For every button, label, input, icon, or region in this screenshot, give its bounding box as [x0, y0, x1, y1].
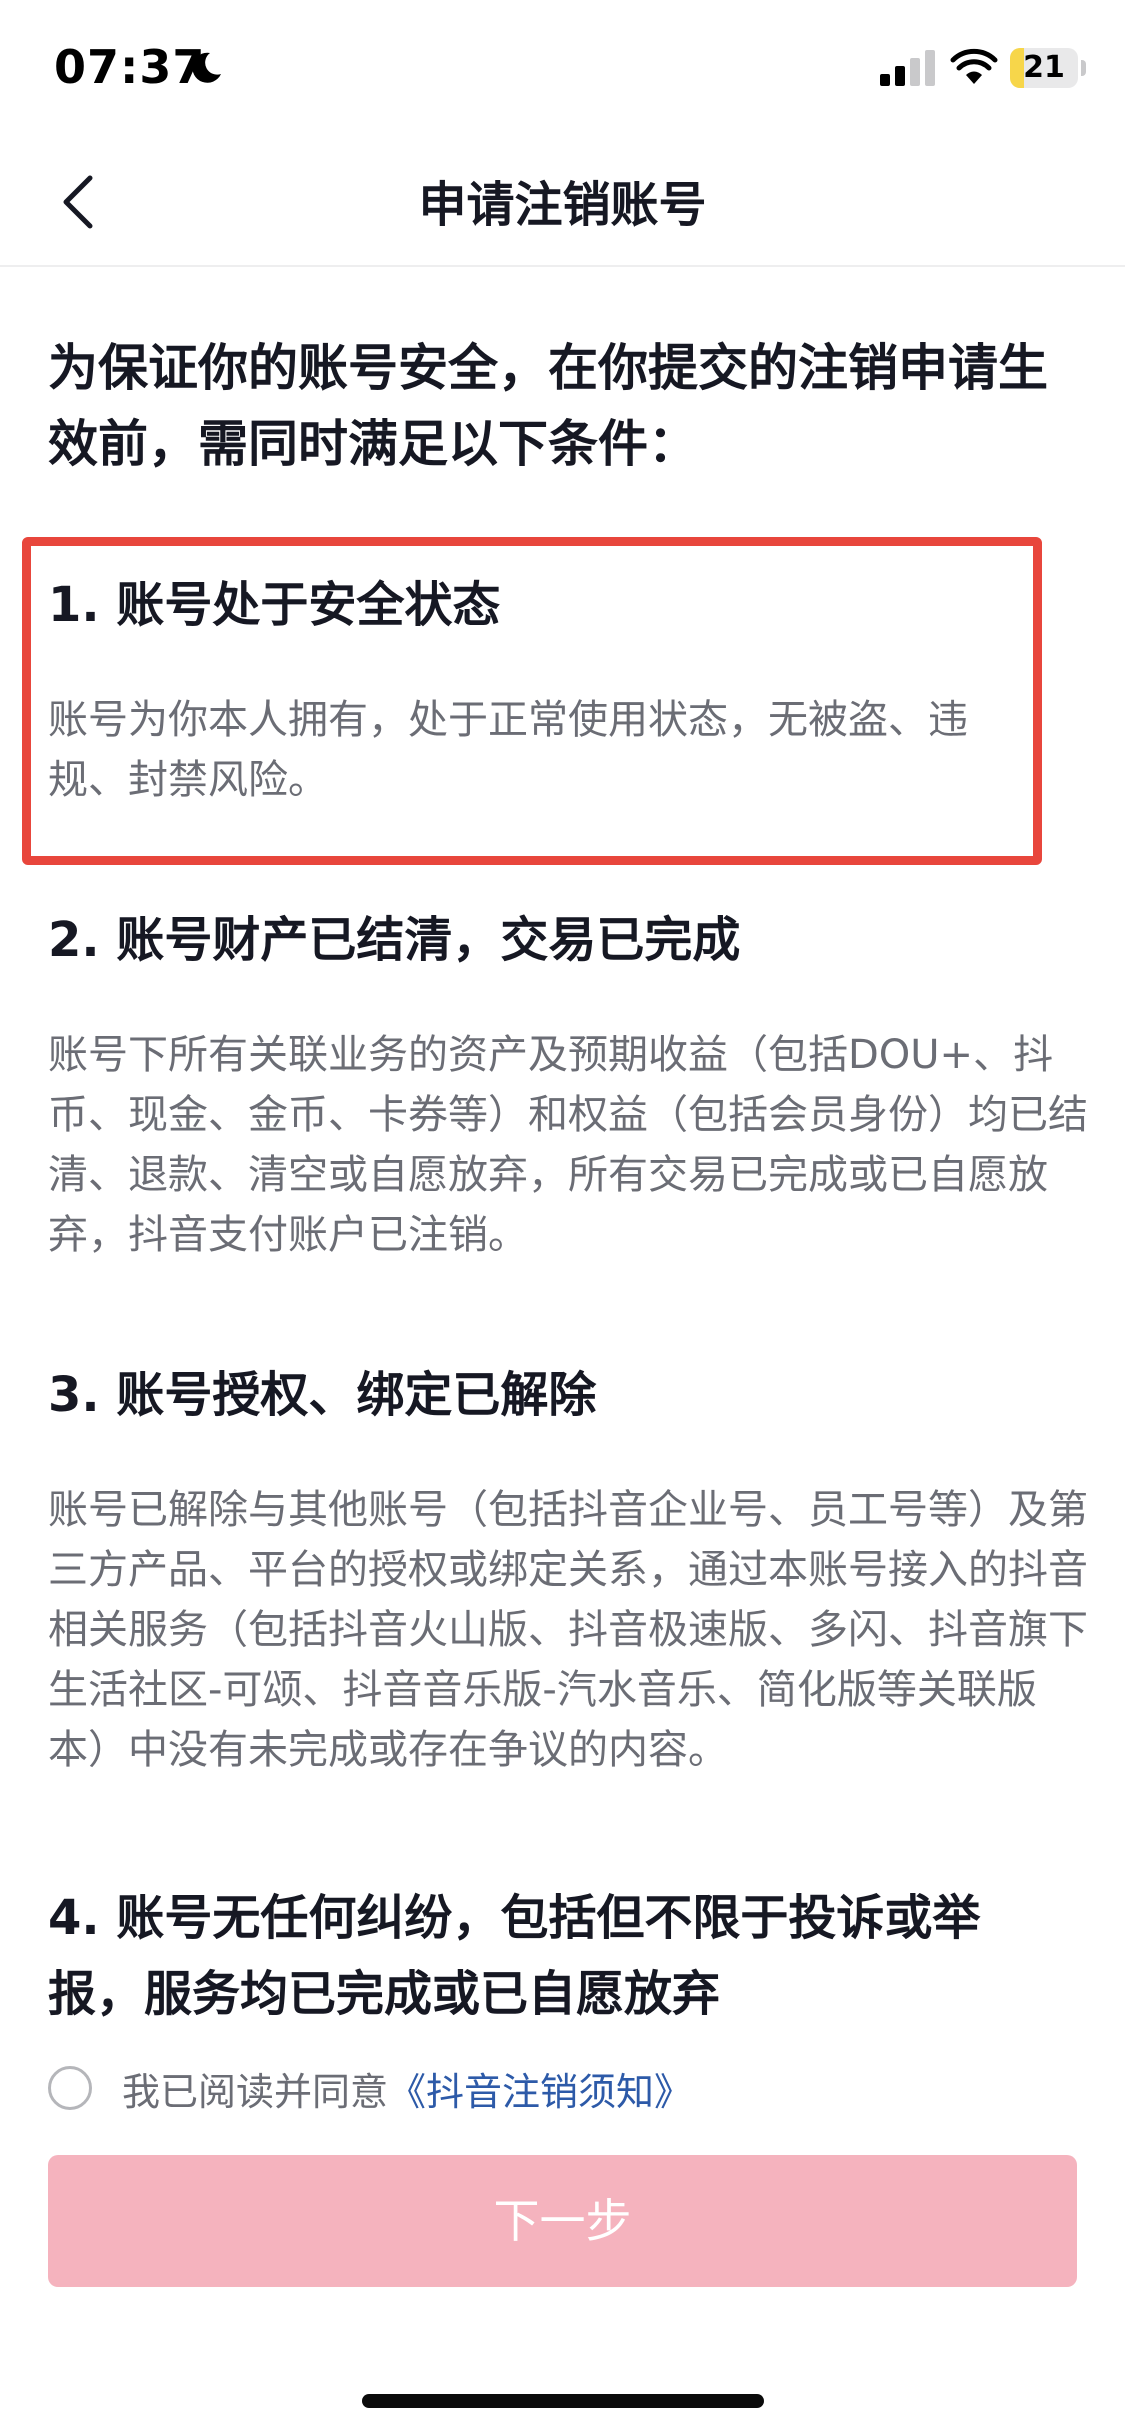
agreement-prefix: 我已阅读并同意: [122, 2069, 389, 2114]
condition-4-title: 4. 账号无任何纠纷，包括但不限于投诉或举报，服务均已完成或已自愿放弃: [48, 1890, 981, 2022]
nav-bar: 申请注销账号: [0, 135, 1125, 267]
battery-level: 21: [1023, 50, 1065, 85]
intro-text: 为保证你的账号安全，在你提交的注销申请生效前，需同时满足以下条件：: [48, 339, 1048, 473]
cellular-signal-icon: [880, 50, 935, 86]
condition-1-title: 1. 账号处于安全状态: [48, 577, 501, 633]
home-indicator: [362, 2394, 764, 2408]
next-button[interactable]: 下一步: [48, 2155, 1077, 2287]
battery-icon: 21: [1010, 48, 1078, 88]
condition-1-desc: 账号为你本人拥有，处于正常使用状态，无被盗、违规、封禁风险。: [48, 697, 968, 803]
condition-2-desc: 账号下所有关联业务的资产及预期收益（包括DOU+、抖币、现金、金币、卡券等）和权…: [48, 1032, 1088, 1258]
wifi-icon: [950, 48, 998, 84]
agree-checkbox[interactable]: [48, 2066, 92, 2110]
page-title: 申请注销账号: [418, 177, 707, 233]
battery-nub: [1081, 60, 1086, 76]
condition-3-desc: 账号已解除与其他账号（包括抖音企业号、员工号等）及第三方产品、平台的授权或绑定关…: [48, 1487, 1088, 1773]
condition-2-title: 2. 账号财产已结清，交易已完成: [48, 912, 741, 968]
agreement-link[interactable]: 《抖音注销须知》: [388, 2061, 692, 2116]
status-bar: 07:37 21: [0, 0, 1125, 135]
status-time: 07:37: [54, 40, 206, 94]
agreement-row: 我已阅读并同意 《抖音注销须知》: [48, 2060, 692, 2116]
moon-icon: [192, 52, 221, 83]
condition-3-title: 3. 账号授权、绑定已解除: [48, 1367, 597, 1423]
